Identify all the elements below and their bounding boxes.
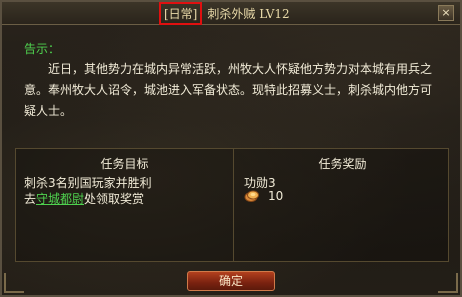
goal-kill-requirement: 刺杀3名别国玩家并胜利 xyxy=(24,176,152,190)
goal-turn-in-prefix: 去 xyxy=(24,192,37,206)
corner-ornament xyxy=(438,273,458,293)
confirm-button[interactable]: 确定 xyxy=(187,271,275,291)
reward-money: 10 xyxy=(244,189,283,203)
quest-description: 近日，其他势力在城内异常活跃，州牧大人怀疑他方势力对本城有用兵之意。奉州牧大人诏… xyxy=(24,62,433,118)
reward-money-value: 10 xyxy=(268,189,284,203)
npc-link[interactable]: 守城都尉 xyxy=(36,192,84,206)
corner-ornament xyxy=(4,273,24,293)
dialog-title: [日常] 刺杀外贼 LV12 xyxy=(158,1,290,25)
quest-dialog: [日常] 刺杀外贼 LV12 × 告示： 近日，其他势力在城内异常活跃，州牧大人… xyxy=(0,0,462,297)
reward-header: 任务奖励 xyxy=(318,157,367,171)
title-bar: [日常] 刺杀外贼 LV12 × xyxy=(2,1,460,25)
quest-info-panel: 任务目标 任务奖励 刺杀3名别国玩家并胜利 去守城都尉处领取奖赏 功勋3 10 xyxy=(15,148,449,262)
quest-title: 刺杀外贼 LV12 xyxy=(207,6,290,21)
goal-header: 任务目标 xyxy=(100,157,149,171)
close-icon: × xyxy=(441,6,451,19)
close-button[interactable]: × xyxy=(438,5,454,21)
notice-label: 告示： xyxy=(24,42,61,56)
quest-type-tag: [日常] xyxy=(158,1,203,25)
goal-turn-in: 去守城都尉处领取奖赏 xyxy=(24,190,144,207)
coin-icon xyxy=(244,190,259,202)
goal-turn-in-suffix: 处领取奖赏 xyxy=(84,192,145,206)
